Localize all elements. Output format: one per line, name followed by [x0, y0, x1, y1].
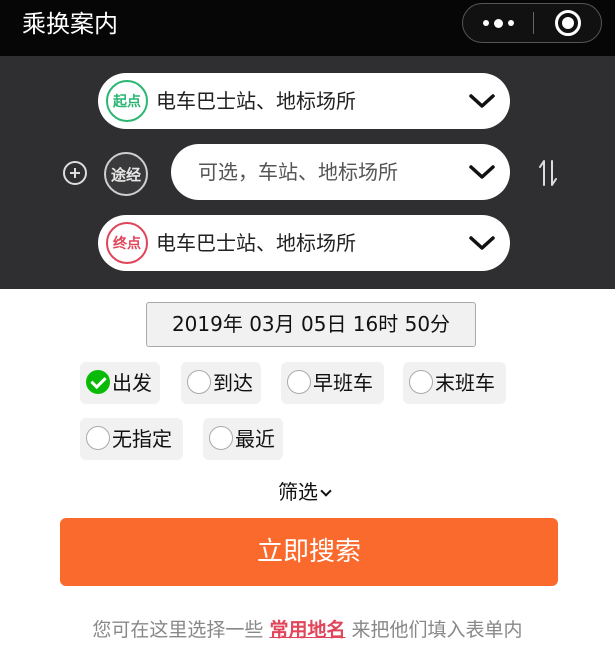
chevron-down-icon[interactable]: [468, 162, 496, 182]
search-button[interactable]: 立即搜索: [60, 518, 558, 586]
mini-program-capsule: [462, 3, 602, 43]
checked-radio-icon: [86, 370, 110, 394]
radio-icon: [209, 426, 233, 450]
filter-toggle[interactable]: 筛选: [278, 478, 332, 506]
option-nearest[interactable]: 最近: [203, 418, 283, 460]
more-dots-icon[interactable]: [463, 4, 533, 42]
start-station-placeholder: 电车巴士站、地标场所: [156, 89, 356, 113]
start-station-field[interactable]: 起点 电车巴士站、地标场所: [98, 73, 510, 129]
target-close-icon[interactable]: [555, 10, 581, 36]
hint-prefix: 您可在这里选择一些: [92, 619, 264, 641]
via-station-placeholder: 可选，车站、地标场所: [198, 160, 398, 184]
hint-text: 您可在这里选择一些 常用地名 来把他们填入表单内: [0, 617, 615, 643]
plus-circle-icon[interactable]: [63, 161, 87, 185]
option-arrive[interactable]: 到达: [181, 362, 261, 404]
option-label: 无指定: [112, 427, 172, 451]
filter-label: 筛选: [278, 480, 318, 504]
hint-suffix: 来把他们填入表单内: [351, 619, 523, 641]
title-bar: 乘换案内: [0, 0, 615, 56]
option-last-train[interactable]: 末班车: [403, 362, 506, 404]
app-title: 乘换案内: [22, 10, 118, 38]
end-station-field[interactable]: 终点 电车巴士站、地标场所: [98, 215, 510, 271]
chevron-down-icon: [320, 485, 332, 497]
end-station-placeholder: 电车巴士站、地标场所: [156, 231, 356, 255]
radio-icon: [86, 426, 110, 450]
option-depart[interactable]: 出发: [80, 362, 160, 404]
via-badge: 途经: [104, 152, 148, 196]
option-label: 末班车: [435, 371, 495, 395]
option-first-train[interactable]: 早班车: [281, 362, 384, 404]
via-station-field[interactable]: 可选，车站、地标场所: [171, 144, 510, 200]
datetime-picker[interactable]: 2019年 03月 05日 16时 50分: [146, 302, 476, 347]
route-search-panel: 起点 电车巴士站、地标场所 可选，车站、地标场所 终点 电车巴士站、地标场所: [0, 56, 615, 289]
swap-vertical-icon[interactable]: [538, 158, 558, 188]
chevron-down-icon[interactable]: [468, 91, 496, 111]
option-label: 早班车: [313, 371, 373, 395]
capsule-divider: [533, 12, 534, 34]
radio-icon: [409, 370, 433, 394]
radio-icon: [187, 370, 211, 394]
chevron-down-icon[interactable]: [468, 233, 496, 253]
start-badge: 起点: [106, 80, 148, 122]
radio-icon: [287, 370, 311, 394]
option-label: 到达: [213, 371, 253, 395]
end-badge: 终点: [106, 222, 148, 264]
option-label: 最近: [235, 427, 275, 451]
option-label: 出发: [112, 371, 152, 395]
option-unspecified[interactable]: 无指定: [80, 418, 183, 460]
frequent-places-link[interactable]: 常用地名: [269, 619, 345, 641]
